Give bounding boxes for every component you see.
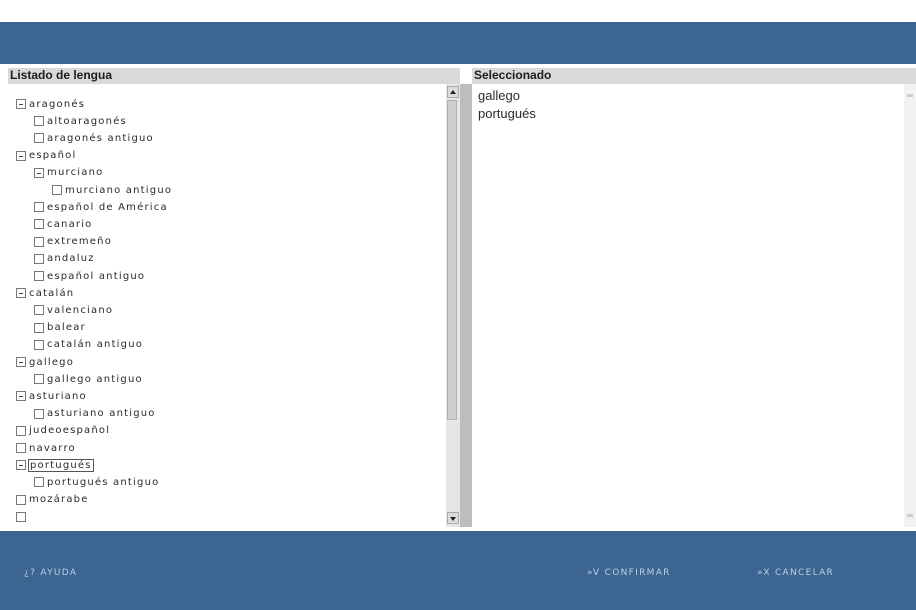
tree-item[interactable]: español antiguo [34,268,145,284]
minus-box-icon[interactable] [16,99,26,109]
selected-list-header: Seleccionado [472,68,916,84]
checkbox-icon[interactable] [34,322,44,333]
checkbox-icon[interactable] [34,339,44,350]
tree-item[interactable]: navarro [16,440,76,456]
checkbox-icon[interactable] [34,236,44,247]
tree-item-label[interactable]: catalán antiguo [47,339,143,350]
tree-item[interactable]: judeoespañol [16,423,110,439]
language-tree[interactable]: aragonés altoaragonés aragonés antiguo espa… [8,84,452,527]
tree-item-label[interactable]: gallego [29,357,74,368]
tree-item[interactable]: catalán antiguo [34,337,143,353]
tree-item-label[interactable]: portugués [28,458,94,472]
tree-item[interactable]: valenciano [34,302,113,318]
cancel-button[interactable]: »X CANCELAR [757,568,834,578]
minus-box-icon[interactable] [16,391,26,402]
tree-item[interactable]: murciano antiguo [52,182,172,198]
scroll-up-arrow-icon[interactable] [447,86,459,98]
minus-box-icon[interactable] [34,167,44,178]
tree-item[interactable]: gallego [16,354,74,370]
tree-item[interactable]: aragonés antiguo [34,130,154,146]
tree-item-label[interactable]: español [29,150,76,161]
minus-box-icon[interactable] [16,460,26,471]
confirm-button[interactable]: »V CONFIRMAR [587,568,671,578]
left-panel-edge [0,84,8,531]
selected-list-scrollbar[interactable] [904,84,916,527]
tree-item[interactable]: asturiano [16,388,87,404]
tree-item-label[interactable]: murciano antiguo [65,185,172,196]
tree-item-label[interactable]: canario [47,219,93,230]
tree-item-label[interactable]: catalán [29,288,74,299]
selected-list[interactable]: gallego portugués [472,84,904,527]
tree-item-label[interactable]: mozárabe [29,494,89,505]
top-bar [0,22,916,64]
tree-item-label[interactable]: murciano [47,167,103,178]
tree-item-label[interactable]: gallego antiguo [47,374,143,385]
scroll-down-arrow-icon[interactable] [907,514,913,517]
checkbox-icon[interactable] [34,253,44,264]
tree-item[interactable]: español de América [34,199,168,215]
tree-item[interactable]: portugués [16,457,94,473]
tree-item-label[interactable]: español de América [47,202,168,213]
tree-item[interactable]: catalán [16,285,74,301]
checkbox-icon[interactable] [34,133,44,144]
checkbox-icon[interactable] [34,219,44,230]
tree-item-label[interactable]: navarro [29,443,76,454]
minus-box-icon[interactable] [16,288,26,299]
checkbox-icon[interactable] [16,443,26,453]
scroll-down-arrow-icon[interactable] [447,512,459,524]
checkbox-icon[interactable] [16,494,26,505]
tree-item[interactable]: aragonés [16,96,85,112]
checkbox-icon[interactable] [34,305,44,316]
tree-item[interactable]: balear [34,320,86,336]
tree-item[interactable]: altoaragonés [34,113,127,129]
tree-item[interactable]: asturiano antiguo [34,406,156,422]
tree-item-label[interactable]: balear [47,322,86,333]
checkbox-icon[interactable] [34,477,44,488]
checkbox-icon[interactable] [34,202,44,213]
selected-item[interactable]: gallego [478,88,520,103]
tree-item[interactable]: canario [34,216,93,232]
tree-item-partial [16,509,29,525]
tree-item-label[interactable]: asturiano [29,391,87,402]
checkbox-icon[interactable] [52,185,62,195]
tree-item[interactable]: extremeño [34,234,112,250]
tree-item[interactable]: murciano [34,165,103,181]
tree-item-label[interactable]: español antiguo [47,271,145,282]
tree-item-label[interactable]: aragonés antiguo [47,133,154,144]
tree-item-label[interactable]: valenciano [47,305,113,316]
tree-item-label[interactable]: asturiano antiguo [47,408,156,419]
tree-item-label[interactable]: altoaragonés [47,116,127,127]
tree-item[interactable]: andaluz [34,251,95,267]
scroll-thumb[interactable] [447,100,457,420]
checkbox-icon[interactable] [34,374,44,385]
minus-box-icon[interactable] [16,357,26,367]
help-button[interactable]: ¿? AYUDA [24,568,77,578]
tree-item[interactable]: mozárabe [16,492,89,508]
language-tree-scrollbar[interactable] [446,84,460,527]
minus-box-icon[interactable] [16,150,26,161]
checkbox-icon[interactable] [34,271,44,281]
selected-item[interactable]: portugués [478,106,536,121]
tree-item-label[interactable]: judeoespañol [29,425,110,436]
tree-item[interactable]: gallego antiguo [34,371,143,387]
scroll-up-arrow-icon[interactable] [907,94,913,97]
checkbox-icon [16,511,26,522]
checkbox-icon[interactable] [34,408,44,419]
checkbox-icon[interactable] [34,116,44,127]
tree-item-label[interactable]: aragonés [29,99,85,110]
tree-item-label[interactable]: portugués antiguo [47,477,159,488]
language-list-header: Listado de lengua [8,68,460,84]
tree-item-label[interactable]: andaluz [47,253,95,264]
tree-item[interactable]: portugués antiguo [34,474,159,490]
tree-item-label[interactable]: extremeño [47,236,112,247]
checkbox-icon[interactable] [16,425,26,436]
tree-item[interactable]: español [16,148,76,164]
